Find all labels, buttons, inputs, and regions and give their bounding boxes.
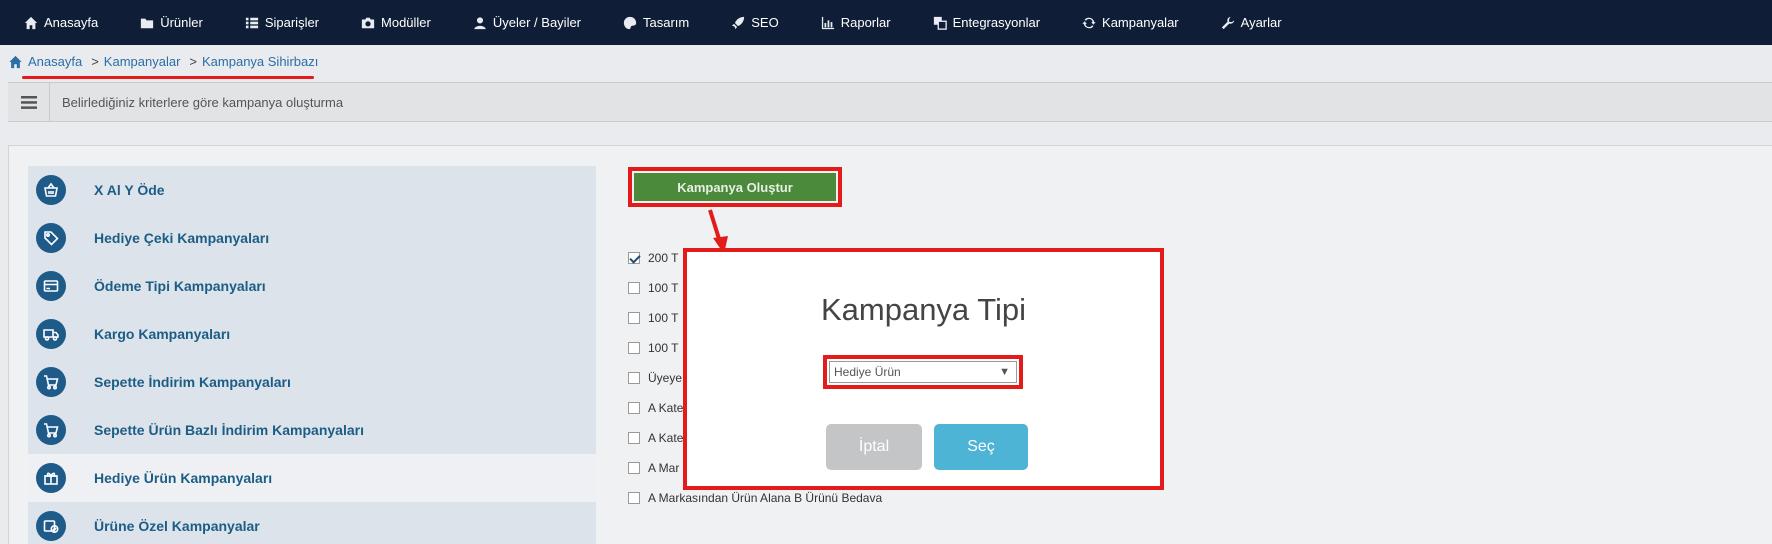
palette-icon xyxy=(623,16,637,29)
checkbox[interactable] xyxy=(628,402,640,414)
nav-item-label: Raporlar xyxy=(840,15,891,30)
home-icon xyxy=(9,55,22,68)
info-bar: Belirlediğiniz kriterlere göre kampanya … xyxy=(8,82,1772,122)
create-campaign-highlight: Kampanya Oluştur xyxy=(628,167,842,207)
nav-item-label: Ürünler xyxy=(160,15,203,30)
list-item-label: Üyeye xyxy=(648,371,683,385)
campaign-item-label: Hediye Çeki Kampanyaları xyxy=(94,230,270,246)
campaign-item-kargo[interactable]: Kargo Kampanyaları xyxy=(28,310,596,358)
basket-icon xyxy=(36,175,66,205)
chevron-down-icon: ▼ xyxy=(999,366,1010,378)
breadcrumb-home[interactable]: Anasayfa xyxy=(28,54,82,69)
wrench-icon xyxy=(1221,16,1234,29)
campaign-item-label: Ürüne Özel Kampanyalar xyxy=(94,518,260,534)
campaign-item-label: Kargo Kampanyaları xyxy=(94,326,231,342)
product-badge-icon xyxy=(36,511,66,541)
nav-item-raporlar[interactable]: Raporlar xyxy=(821,0,911,45)
nav-item-seo[interactable]: SEO xyxy=(731,0,798,45)
checkbox[interactable] xyxy=(628,372,640,384)
credit-card-icon xyxy=(36,271,66,301)
chart-icon xyxy=(821,16,834,29)
campaign-type-modal: Kampanya Tipi Hediye Ürün ▼ İptal Seç xyxy=(683,248,1164,490)
refresh-icon xyxy=(1082,17,1096,28)
campaign-item-hediye-urun[interactable]: Hediye Ürün Kampanyaları xyxy=(28,454,596,502)
nav-item-moduller[interactable]: Modüller xyxy=(361,0,451,45)
nav-item-label: Ayarlar xyxy=(1240,15,1282,30)
campaign-item-x-al-y-ode[interactable]: X Al Y Öde xyxy=(28,166,596,214)
campaign-item-urune-ozel[interactable]: Ürüne Özel Kampanyalar xyxy=(28,502,596,544)
list-icon xyxy=(245,17,258,28)
nav-item-entegrasyonlar[interactable]: Entegrasyonlar xyxy=(933,0,1060,45)
campaign-type-select-highlight: Hediye Ürün ▼ xyxy=(823,355,1023,389)
info-text: Belirlediğiniz kriterlere göre kampanya … xyxy=(62,94,344,110)
hamburger-icon xyxy=(20,95,37,109)
checkbox[interactable] xyxy=(628,282,640,294)
campaign-item-sepette-indirim[interactable]: Sepette İndirim Kampanyaları xyxy=(28,358,596,406)
breadcrumb-separator: > xyxy=(189,54,197,69)
list-item-label: A Markasından Ürün Alana B Ürünü Bedava xyxy=(648,491,883,505)
integration-icon xyxy=(933,16,947,30)
nav-item-siparisler[interactable]: Siparişler xyxy=(245,0,339,45)
campaign-item-sepette-urun-bazli[interactable]: Sepette Ürün Bazlı İndirim Kampanyaları xyxy=(28,406,596,454)
menu-toggle-button[interactable] xyxy=(8,83,50,121)
breadcrumb-kampanyalar[interactable]: Kampanyalar xyxy=(104,54,181,69)
nav-item-kampanyalar[interactable]: Kampanyalar xyxy=(1082,0,1199,45)
top-navigation: Anasayfa Ürünler Siparişler Modüller Üye… xyxy=(0,0,1772,45)
campaign-item-label: X Al Y Öde xyxy=(94,182,165,198)
list-item-label: 100 T xyxy=(648,311,679,325)
select-button[interactable]: Seç xyxy=(934,424,1028,470)
folder-icon xyxy=(141,18,154,28)
truck-icon xyxy=(36,319,66,349)
checkbox[interactable] xyxy=(628,342,640,354)
nav-item-uyeler[interactable]: Üyeler / Bayiler xyxy=(473,0,601,45)
checkbox[interactable] xyxy=(628,252,640,264)
list-item-label: A Mar xyxy=(648,461,680,475)
checkbox[interactable] xyxy=(628,432,640,444)
checkbox[interactable] xyxy=(628,312,640,324)
campaign-item-hediye-ceki[interactable]: Hediye Çeki Kampanyaları xyxy=(28,214,596,262)
checkbox[interactable] xyxy=(628,462,640,474)
nav-item-urunler[interactable]: Ürünler xyxy=(140,0,223,45)
nav-item-ayarlar[interactable]: Ayarlar xyxy=(1221,0,1302,45)
breadcrumb-separator: > xyxy=(91,54,99,69)
tag-icon xyxy=(36,223,66,253)
nav-item-label: Üyeler / Bayiler xyxy=(492,15,582,30)
create-campaign-button[interactable]: Kampanya Oluştur xyxy=(634,173,836,201)
nav-item-label: Modüller xyxy=(381,15,431,30)
nav-item-label: Siparişler xyxy=(264,15,320,30)
list-item-label: 100 T xyxy=(648,281,679,295)
campaign-item-label: Ödeme Tipi Kampanyaları xyxy=(94,278,266,294)
nav-item-label: Entegrasyonlar xyxy=(952,15,1041,30)
breadcrumb-highlight xyxy=(22,76,314,79)
modal-title: Kampanya Tipi xyxy=(820,292,1027,327)
select-value: Hediye Ürün xyxy=(834,365,901,379)
campaign-item-label: Hediye Ürün Kampanyaları xyxy=(94,470,273,486)
list-item-label: 100 T xyxy=(648,341,679,355)
cart-icon xyxy=(36,415,66,445)
nav-item-label: Anasayfa xyxy=(44,15,99,30)
checkbox[interactable] xyxy=(628,492,640,504)
nav-item-anasayfa[interactable]: Anasayfa xyxy=(24,0,118,45)
nav-item-label: Kampanyalar xyxy=(1102,15,1179,30)
campaign-item-odeme-tipi[interactable]: Ödeme Tipi Kampanyaları xyxy=(28,262,596,310)
breadcrumb: Anasayfa > Kampanyalar > Kampanya Sihirb… xyxy=(8,54,318,69)
breadcrumb-kampanya-sihirbazi[interactable]: Kampanya Sihirbazı xyxy=(202,54,318,69)
nav-item-tasarim[interactable]: Tasarım xyxy=(623,0,709,45)
campaign-item-label: Sepette Ürün Bazlı İndirim Kampanyaları xyxy=(94,422,364,438)
cancel-button[interactable]: İptal xyxy=(826,424,922,470)
list-item-label: A Kate xyxy=(648,431,684,445)
gift-icon xyxy=(36,463,66,493)
user-icon xyxy=(474,16,486,29)
nav-item-label: SEO xyxy=(751,15,779,30)
home-icon xyxy=(24,16,38,29)
module-icon xyxy=(361,17,375,28)
cart-icon xyxy=(36,367,66,397)
list-item-label: 200 T xyxy=(648,251,679,265)
rocket-icon xyxy=(732,16,745,29)
campaign-type-list: X Al Y Öde Hediye Çeki Kampanyaları Ödem… xyxy=(28,166,596,544)
campaign-type-select[interactable]: Hediye Ürün ▼ xyxy=(829,361,1017,383)
nav-item-label: Tasarım xyxy=(643,15,690,30)
campaign-item-label: Sepette İndirim Kampanyaları xyxy=(94,374,291,390)
list-item-label: A Kate xyxy=(648,401,684,415)
